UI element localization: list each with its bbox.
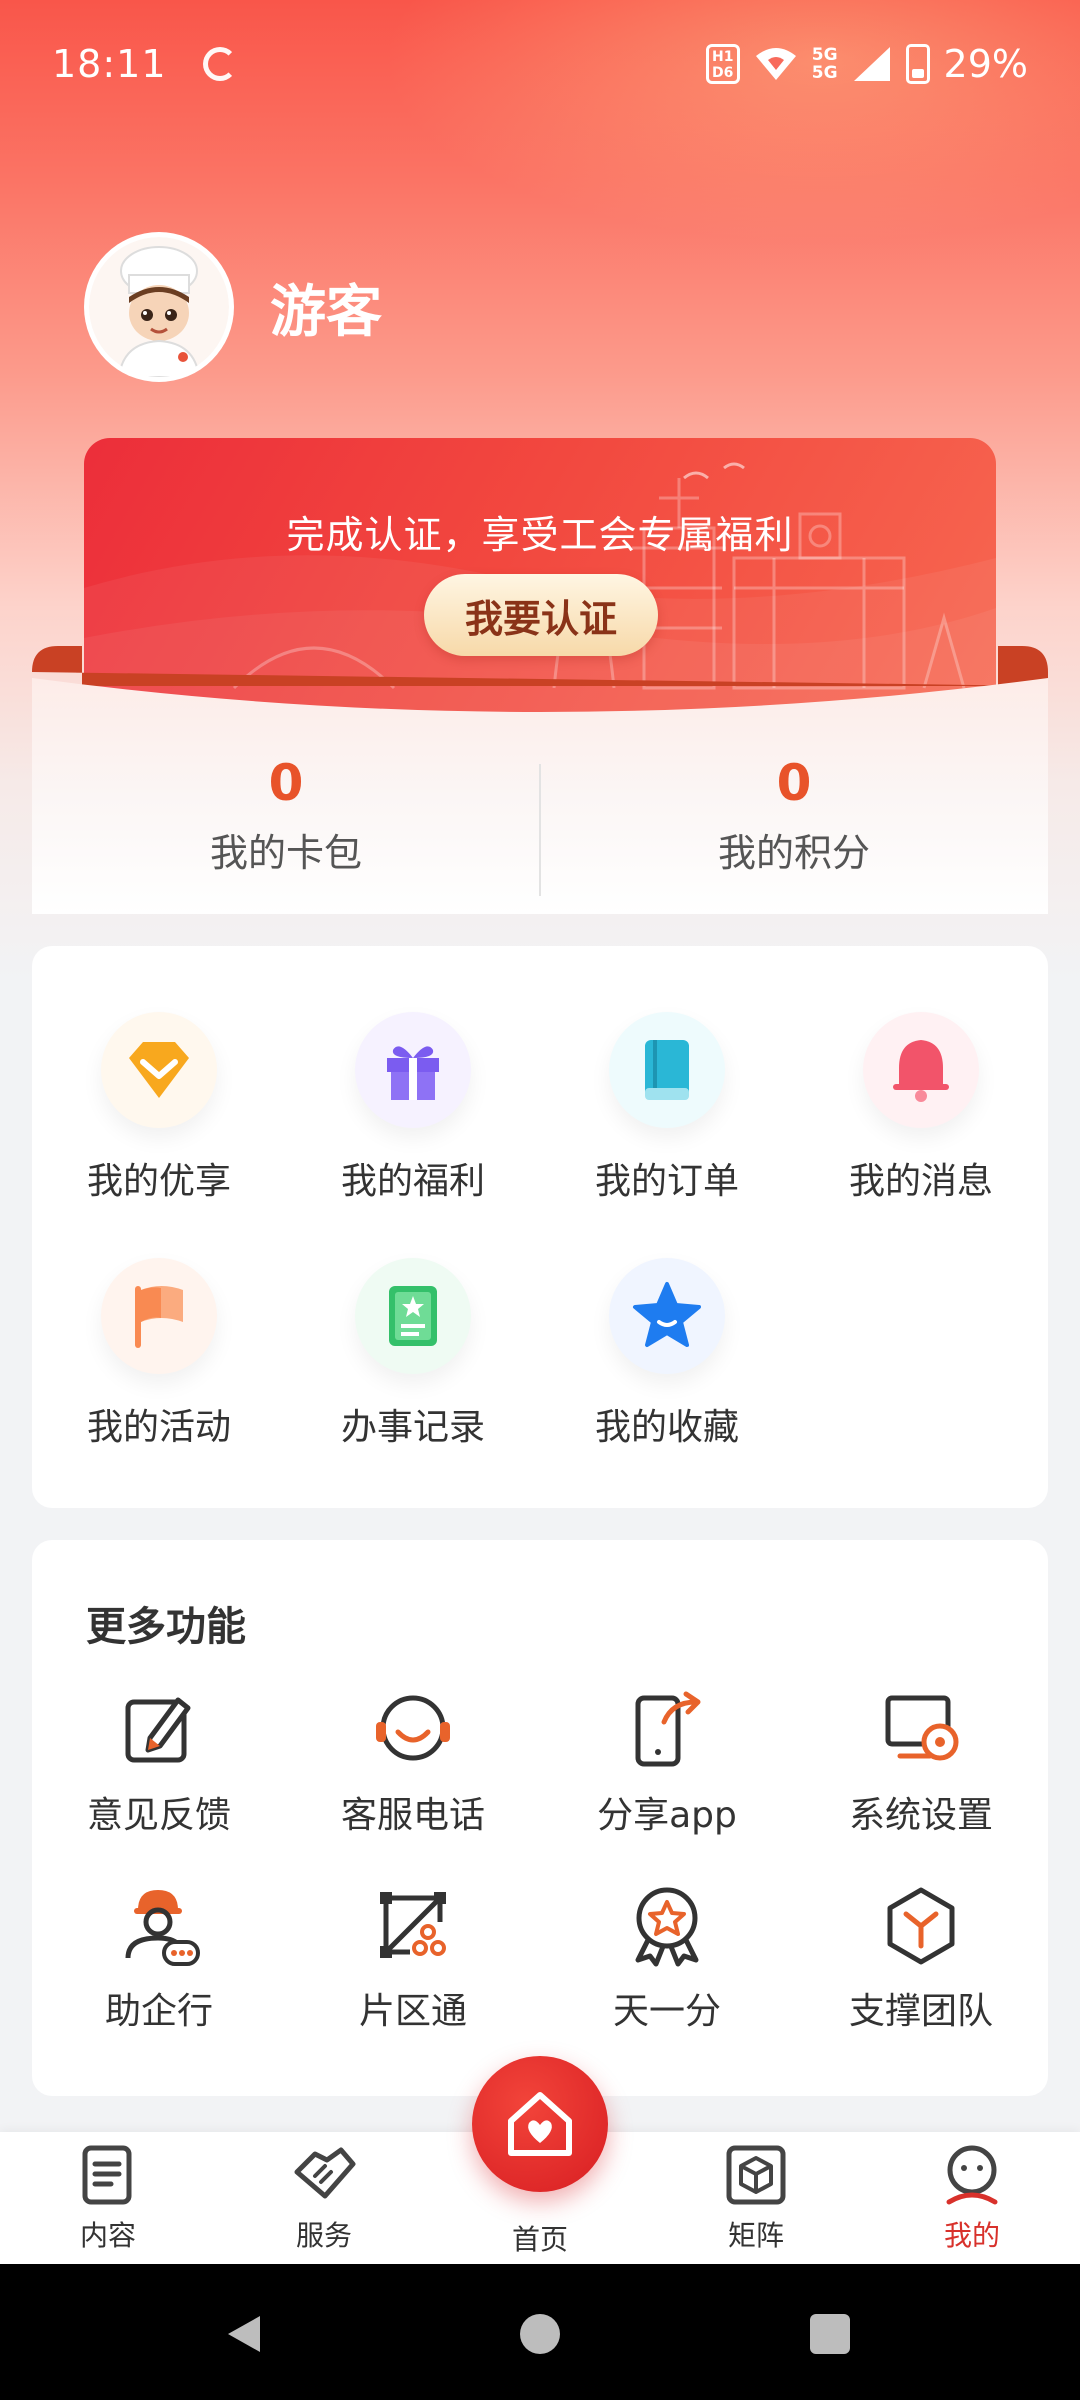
record-icon bbox=[355, 1258, 471, 1374]
cube-icon bbox=[726, 2145, 786, 2205]
more-functions-card: 更多功能 意见反馈 客服电话 分享app 系统设置 助企行 片区通 天一分 支撑… bbox=[32, 1540, 1048, 2096]
card-wallet-stat[interactable]: 0 我的卡包 bbox=[32, 754, 540, 877]
book-icon bbox=[609, 1012, 725, 1128]
enterprise-assist-item[interactable]: 助企行 bbox=[32, 1882, 286, 2034]
nav-matrix[interactable]: 矩阵 bbox=[686, 2142, 826, 2254]
my-features-card: 我的优享 我的福利 我的订单 我的消息 我的活动 办事记录 我的收藏 bbox=[32, 946, 1048, 1508]
feedback-item[interactable]: 意见反馈 bbox=[32, 1686, 286, 1838]
my-welfare-item[interactable]: 我的福利 bbox=[286, 1012, 540, 1204]
tianyi-label: 天一分 bbox=[612, 1991, 721, 2032]
feedback-icon bbox=[125, 1697, 191, 1763]
share-icon bbox=[635, 1691, 701, 1767]
headset-icon bbox=[376, 1695, 450, 1761]
customer-service-label: 客服电话 bbox=[340, 1795, 485, 1836]
signal-icon bbox=[853, 47, 890, 81]
nav-mine[interactable]: 我的 bbox=[902, 2142, 1042, 2254]
my-messages-label: 我的消息 bbox=[848, 1161, 993, 1202]
service-records-item[interactable]: 办事记录 bbox=[286, 1258, 540, 1450]
share-app-item[interactable]: 分享app bbox=[540, 1686, 794, 1838]
certification-text: 完成认证，享受工会专属福利 bbox=[286, 513, 794, 557]
status-time: 18:11 bbox=[52, 42, 167, 86]
nav-matrix-label: 矩阵 bbox=[727, 2219, 784, 2252]
user-name: 游客 bbox=[270, 279, 382, 345]
system-home-icon[interactable] bbox=[520, 2314, 560, 2354]
avatar[interactable] bbox=[84, 232, 234, 382]
my-activities-item[interactable]: 我的活动 bbox=[32, 1258, 286, 1450]
nav-home-label: 首页 bbox=[511, 2223, 568, 2256]
nav-content-label: 内容 bbox=[79, 2219, 136, 2252]
my-privilege-item[interactable]: 我的优享 bbox=[32, 1012, 286, 1204]
nav-mine-label: 我的 bbox=[943, 2219, 1000, 2252]
my-privilege-label: 我的优享 bbox=[86, 1161, 231, 1202]
feedback-label: 意见反馈 bbox=[86, 1795, 231, 1836]
points-stat[interactable]: 0 我的积分 bbox=[540, 754, 1048, 877]
nav-services-label: 服务 bbox=[295, 2219, 352, 2252]
profile-header[interactable]: 游客 bbox=[84, 232, 382, 382]
certify-button[interactable]: 我要认证 bbox=[424, 574, 658, 656]
wifi-icon bbox=[755, 48, 796, 80]
area-icon bbox=[380, 1892, 446, 1958]
points-count: 0 bbox=[776, 754, 812, 812]
loading-icon bbox=[202, 47, 237, 81]
home-icon bbox=[508, 2092, 572, 2156]
gift-icon bbox=[355, 1012, 471, 1128]
area-access-label: 片区通 bbox=[358, 1991, 467, 2032]
home-button[interactable] bbox=[472, 2056, 608, 2192]
enterprise-assist-label: 助企行 bbox=[104, 1991, 213, 2032]
points-label: 我的积分 bbox=[717, 831, 870, 875]
handshake-icon bbox=[294, 2147, 356, 2199]
tianyi-item[interactable]: 天一分 bbox=[540, 1882, 794, 2034]
system-settings-label: 系统设置 bbox=[848, 1795, 993, 1836]
hd-icon: H1 D6 bbox=[705, 44, 740, 84]
stats-card: 0 我的卡包 0 我的积分 bbox=[32, 646, 1048, 914]
recent-apps-icon[interactable] bbox=[810, 2314, 850, 2354]
support-team-item[interactable]: 支撑团队 bbox=[794, 1882, 1048, 2034]
card-wallet-count: 0 bbox=[268, 754, 304, 812]
battery-icon bbox=[905, 44, 930, 84]
my-orders-label: 我的订单 bbox=[594, 1161, 739, 1202]
my-favorites-label: 我的收藏 bbox=[594, 1407, 739, 1448]
area-access-item[interactable]: 片区通 bbox=[286, 1882, 540, 2034]
content-icon bbox=[82, 2145, 132, 2205]
flag-icon bbox=[101, 1258, 217, 1374]
status-bar: 18:11 H1 D6 5G 5G 29% bbox=[0, 0, 1080, 128]
badge-icon bbox=[635, 1887, 699, 1967]
bell-icon bbox=[863, 1012, 979, 1128]
my-messages-item[interactable]: 我的消息 bbox=[794, 1012, 1048, 1204]
support-team-label: 支撑团队 bbox=[848, 1991, 993, 2032]
settings-icon bbox=[885, 1695, 959, 1761]
chef-avatar-image bbox=[89, 237, 229, 377]
team-icon bbox=[887, 1887, 955, 1965]
star-icon bbox=[609, 1258, 725, 1374]
card-wallet-label: 我的卡包 bbox=[209, 831, 362, 875]
my-activities-label: 我的活动 bbox=[86, 1407, 231, 1448]
service-records-label: 办事记录 bbox=[340, 1407, 485, 1448]
back-icon[interactable] bbox=[222, 2312, 266, 2356]
battery-percent: 29% bbox=[943, 42, 1028, 86]
nav-services[interactable]: 服务 bbox=[254, 2142, 394, 2254]
share-app-label: 分享app bbox=[597, 1795, 737, 1836]
my-orders-item[interactable]: 我的订单 bbox=[540, 1012, 794, 1204]
profile-icon bbox=[946, 2145, 998, 2205]
system-settings-item[interactable]: 系统设置 bbox=[794, 1686, 1048, 1838]
network-type: 5G 5G bbox=[811, 45, 838, 83]
worker-icon bbox=[125, 1890, 200, 1966]
my-favorites-item[interactable]: 我的收藏 bbox=[540, 1258, 794, 1450]
nav-content[interactable]: 内容 bbox=[38, 2142, 178, 2254]
system-nav-bar bbox=[0, 2264, 1080, 2400]
diamond-icon bbox=[101, 1012, 217, 1128]
my-welfare-label: 我的福利 bbox=[340, 1161, 485, 1202]
more-functions-title: 更多功能 bbox=[86, 1604, 246, 1650]
customer-service-item[interactable]: 客服电话 bbox=[286, 1686, 540, 1838]
